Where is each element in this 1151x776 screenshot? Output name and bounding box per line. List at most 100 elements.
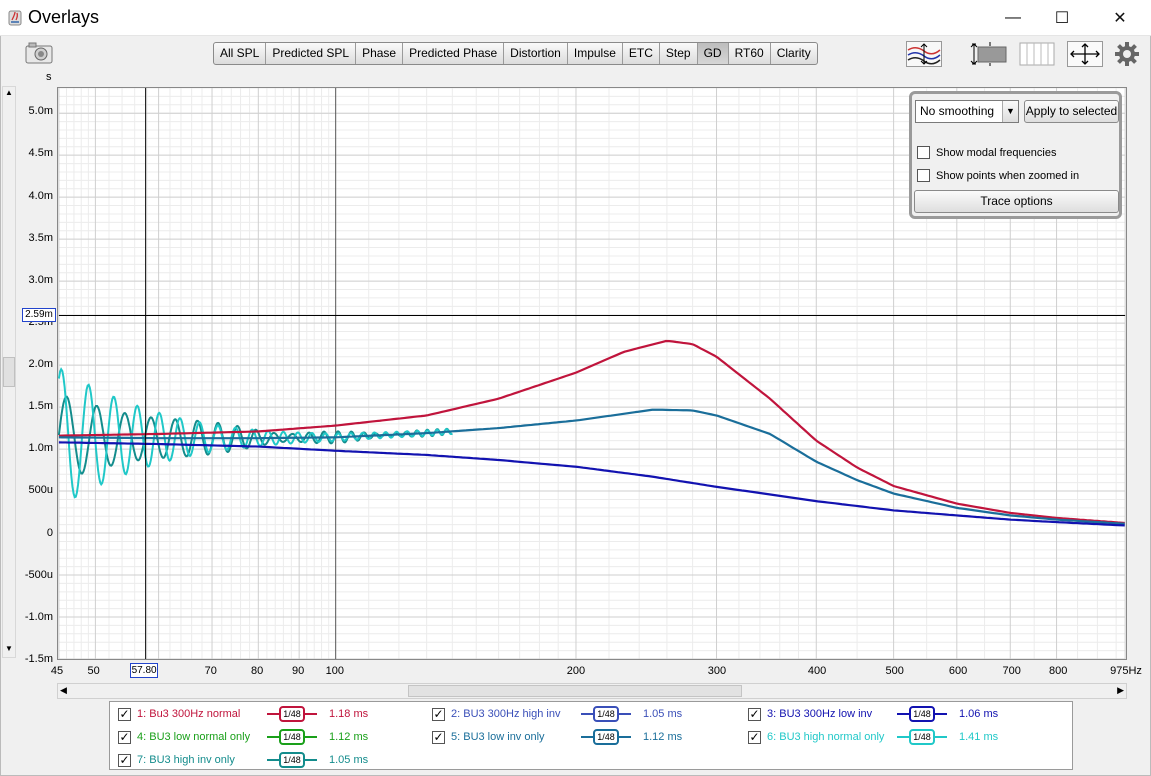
y-tick-label: 5.0m <box>28 105 53 118</box>
modal-frequencies-checkbox[interactable] <box>917 146 930 159</box>
minimize-button[interactable]: — <box>990 0 1036 36</box>
trace-smoothing-indicator[interactable]: 1/48 <box>897 706 947 722</box>
tab-etc[interactable]: ETC <box>623 43 660 64</box>
trace-name: 5: BU3 low inv only <box>451 731 545 743</box>
x-tick-label: 700 <box>1002 665 1021 677</box>
trace-legend: ✓ 1: Bu3 300Hz normal 1/48 1.18 ms ✓ 2: BU3 3… <box>109 701 1073 770</box>
trace-visible-checkbox[interactable]: ✓ <box>118 707 131 721</box>
scroll-left-arrow-icon[interactable]: ◀ <box>60 685 67 696</box>
y-tick-label: -1.5m <box>24 653 53 665</box>
trace-name: 4: BU3 low normal only <box>137 731 251 743</box>
scroll-right-arrow-icon[interactable]: ▶ <box>1117 685 1124 696</box>
graph-controls-panel: No smoothing ▼ Apply to selected Show mo… <box>909 91 1122 219</box>
java-app-icon <box>8 10 22 26</box>
trace-value: 1.05 ms <box>329 754 369 766</box>
trace-visible-checkbox[interactable]: ✓ <box>118 730 131 744</box>
trace-name: 1: Bu3 300Hz normal <box>137 708 241 720</box>
x-tick-label: 80 <box>251 665 264 677</box>
trace-smoothing-indicator[interactable]: 1/48 <box>267 729 317 745</box>
trace-smoothing-indicator[interactable]: 1/48 <box>267 752 317 768</box>
cursor-y-readout: 2.59m <box>22 308 56 323</box>
x-tick-label: 300 <box>707 665 727 677</box>
tab-impulse[interactable]: Impulse <box>568 43 623 64</box>
tab-rt60[interactable]: RT60 <box>729 43 771 64</box>
y-tick-label: 0 <box>46 526 53 539</box>
y-tick-label: -500u <box>24 568 53 581</box>
apply-to-selected-button[interactable]: Apply to selected <box>1024 100 1119 123</box>
tab-gd[interactable]: GD <box>697 43 729 64</box>
settings-gear-icon[interactable] <box>1114 40 1140 68</box>
show-points-label: Show points when zoomed in <box>936 170 1080 182</box>
trace-options-button[interactable]: Trace options <box>914 190 1119 213</box>
tab-predicted-spl[interactable]: Predicted SPL <box>266 43 357 64</box>
cursor-x-readout: 57.80 <box>130 663 159 678</box>
trace-smoothing-indicator[interactable]: 1/48 <box>581 706 631 722</box>
y-tick-label: 3.0m <box>28 273 53 286</box>
trace-visible-checkbox[interactable]: ✓ <box>748 730 761 744</box>
trace-arrange-icon[interactable] <box>905 40 943 68</box>
y-tick-label: 3.5m <box>28 231 53 244</box>
smoothing-fraction: 1/48 <box>593 706 619 722</box>
trace-smoothing-indicator[interactable]: 1/48 <box>267 706 317 722</box>
smoothing-fraction: 1/48 <box>279 752 305 768</box>
x-tick-label: 500 <box>885 665 904 677</box>
y-tick-label: 2.0m <box>28 358 53 371</box>
columns-icon[interactable] <box>1018 40 1056 68</box>
zoom-all-icon[interactable] <box>1066 40 1104 68</box>
x-tick-label: 90 <box>292 665 305 677</box>
tab-clarity[interactable]: Clarity <box>771 43 817 64</box>
x-tick-label: 50 <box>87 665 100 677</box>
x-tick-label: 200 <box>566 665 586 677</box>
smoothing-fraction: 1/48 <box>279 729 305 745</box>
y-tick-label: 4.5m <box>28 147 53 160</box>
x-tick-label: 70 <box>204 665 217 677</box>
x-tick-label: 100 <box>325 665 344 677</box>
trace-value: 1.05 ms <box>643 708 683 720</box>
graph-type-tabs: All SPL Predicted SPL Phase Predicted Phase… <box>213 42 818 65</box>
smoothing-fraction: 1/48 <box>909 706 935 722</box>
y-tick-label: 4.0m <box>28 189 53 202</box>
chevron-down-icon[interactable]: ▼ <box>1002 101 1018 122</box>
trace-visible-checkbox[interactable]: ✓ <box>748 707 761 721</box>
trace-smoothing-indicator[interactable]: 1/48 <box>897 729 947 745</box>
legend-entry: ✓ 4: BU3 low normal only 1/48 1.12 ms <box>118 727 389 747</box>
trace-name: 3: BU3 300Hz low inv <box>767 708 873 720</box>
trace-name: 2: BU3 300Hz high inv <box>451 708 561 720</box>
x-tick-label: 400 <box>807 665 827 677</box>
x-tick-label: 45 <box>50 665 64 677</box>
y-tick-label: 1.5m <box>28 400 53 413</box>
trace-value: 1.12 ms <box>329 731 369 743</box>
smoothing-select[interactable]: No smoothing ▼ <box>915 100 1019 123</box>
trace-visible-checkbox[interactable]: ✓ <box>432 730 445 744</box>
smoothing-fraction: 1/48 <box>593 729 619 745</box>
y-tick-label: 1.0m <box>28 442 53 455</box>
modal-frequencies-label: Show modal frequencies <box>936 147 1057 159</box>
maximize-button[interactable]: ☐ <box>1039 0 1085 36</box>
fit-window-icon[interactable] <box>970 40 1008 68</box>
scroll-up-arrow-icon[interactable]: ▲ <box>4 88 14 100</box>
horizontal-scroll-thumb[interactable] <box>408 685 742 697</box>
trace-visible-checkbox[interactable]: ✓ <box>432 707 445 721</box>
y-axis-unit: s <box>46 71 52 83</box>
trace-value: 1.12 ms <box>643 731 683 743</box>
smoothing-fraction: 1/48 <box>279 706 305 722</box>
trace-smoothing-indicator[interactable]: 1/48 <box>581 729 631 745</box>
tab-predicted-phase[interactable]: Predicted Phase <box>403 43 505 64</box>
tab-distortion[interactable]: Distortion <box>504 43 568 64</box>
y-tick-label: -1.0m <box>24 610 53 623</box>
show-points-checkbox[interactable] <box>917 169 930 182</box>
tab-all-spl[interactable]: All SPL <box>214 43 267 64</box>
trace-visible-checkbox[interactable]: ✓ <box>118 753 131 767</box>
horizontal-scrollbar[interactable]: ◀ ▶ <box>57 683 1127 699</box>
x-tick-label: 800 <box>1048 665 1068 677</box>
legend-entry: ✓ 6: BU3 high normal only 1/48 1.41 ms <box>748 727 1019 747</box>
trace-value: 1.41 ms <box>959 731 999 743</box>
window-title: Overlays <box>28 7 100 27</box>
y-tick-label: 500u <box>28 484 53 497</box>
close-button[interactable]: ✕ <box>1097 0 1143 36</box>
camera-icon[interactable] <box>25 42 53 64</box>
tab-phase[interactable]: Phase <box>356 43 404 64</box>
x-tick-label: 975Hz <box>1110 665 1142 677</box>
tab-step[interactable]: Step <box>660 43 698 64</box>
trace-series-3 <box>58 441 1125 527</box>
